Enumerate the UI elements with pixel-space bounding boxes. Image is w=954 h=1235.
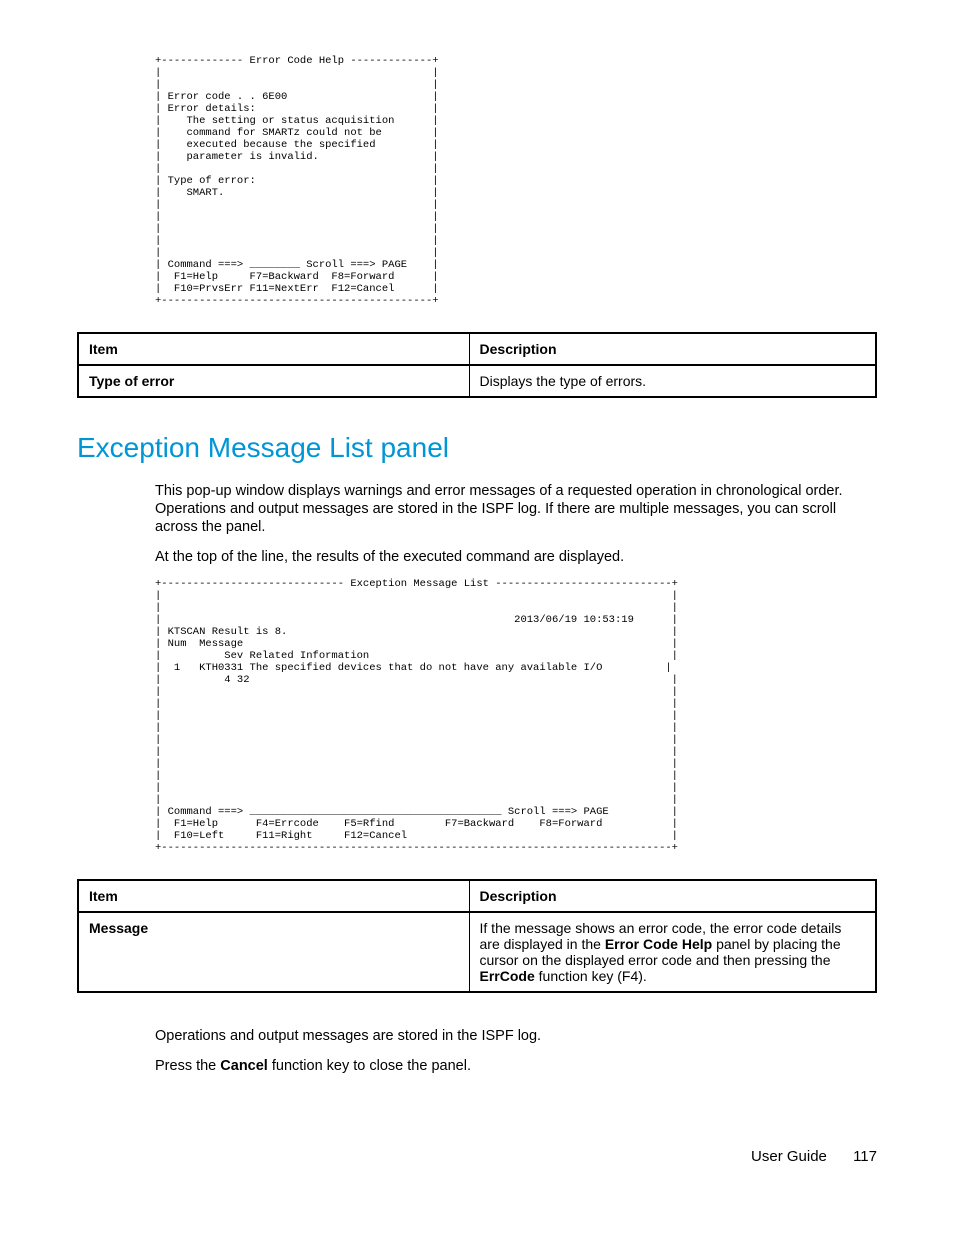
text-span: Press the	[155, 1058, 220, 1074]
body-paragraph: Operations and output messages are store…	[155, 1027, 877, 1045]
bold-text: Error Code Help	[605, 936, 712, 952]
table-cell-description: If the message shows an error code, the …	[469, 912, 876, 992]
body-paragraph: This pop-up window displays warnings and…	[155, 482, 877, 536]
table-cell-item: Type of error	[78, 365, 469, 397]
table-cell-item: Message	[78, 912, 469, 992]
table-header-description: Description	[469, 880, 876, 912]
section-heading: Exception Message List panel	[77, 432, 877, 464]
bold-text: Cancel	[220, 1058, 268, 1074]
page-number: 117	[853, 1148, 877, 1165]
text-span: function key to close the panel.	[268, 1058, 471, 1074]
type-of-error-table: Item Description Type of error Displays …	[77, 332, 877, 398]
bold-text: ErrCode	[480, 968, 535, 984]
message-table: Item Description Message If the message …	[77, 879, 877, 993]
footer-label: User Guide	[751, 1148, 827, 1165]
exception-message-list-terminal: +----------------------------- Exception…	[155, 578, 877, 854]
table-header-item: Item	[78, 333, 469, 365]
body-paragraph: At the top of the line, the results of t…	[155, 548, 877, 566]
table-cell-description: Displays the type of errors.	[469, 365, 876, 397]
table-header-item: Item	[78, 880, 469, 912]
error-code-help-terminal: +------------- Error Code Help ---------…	[155, 55, 877, 307]
table-header-description: Description	[469, 333, 876, 365]
body-paragraph: Press the Cancel function key to close t…	[155, 1057, 877, 1075]
text-span: function key (F4).	[535, 968, 647, 984]
page-footer: User Guide 117	[751, 1148, 877, 1165]
